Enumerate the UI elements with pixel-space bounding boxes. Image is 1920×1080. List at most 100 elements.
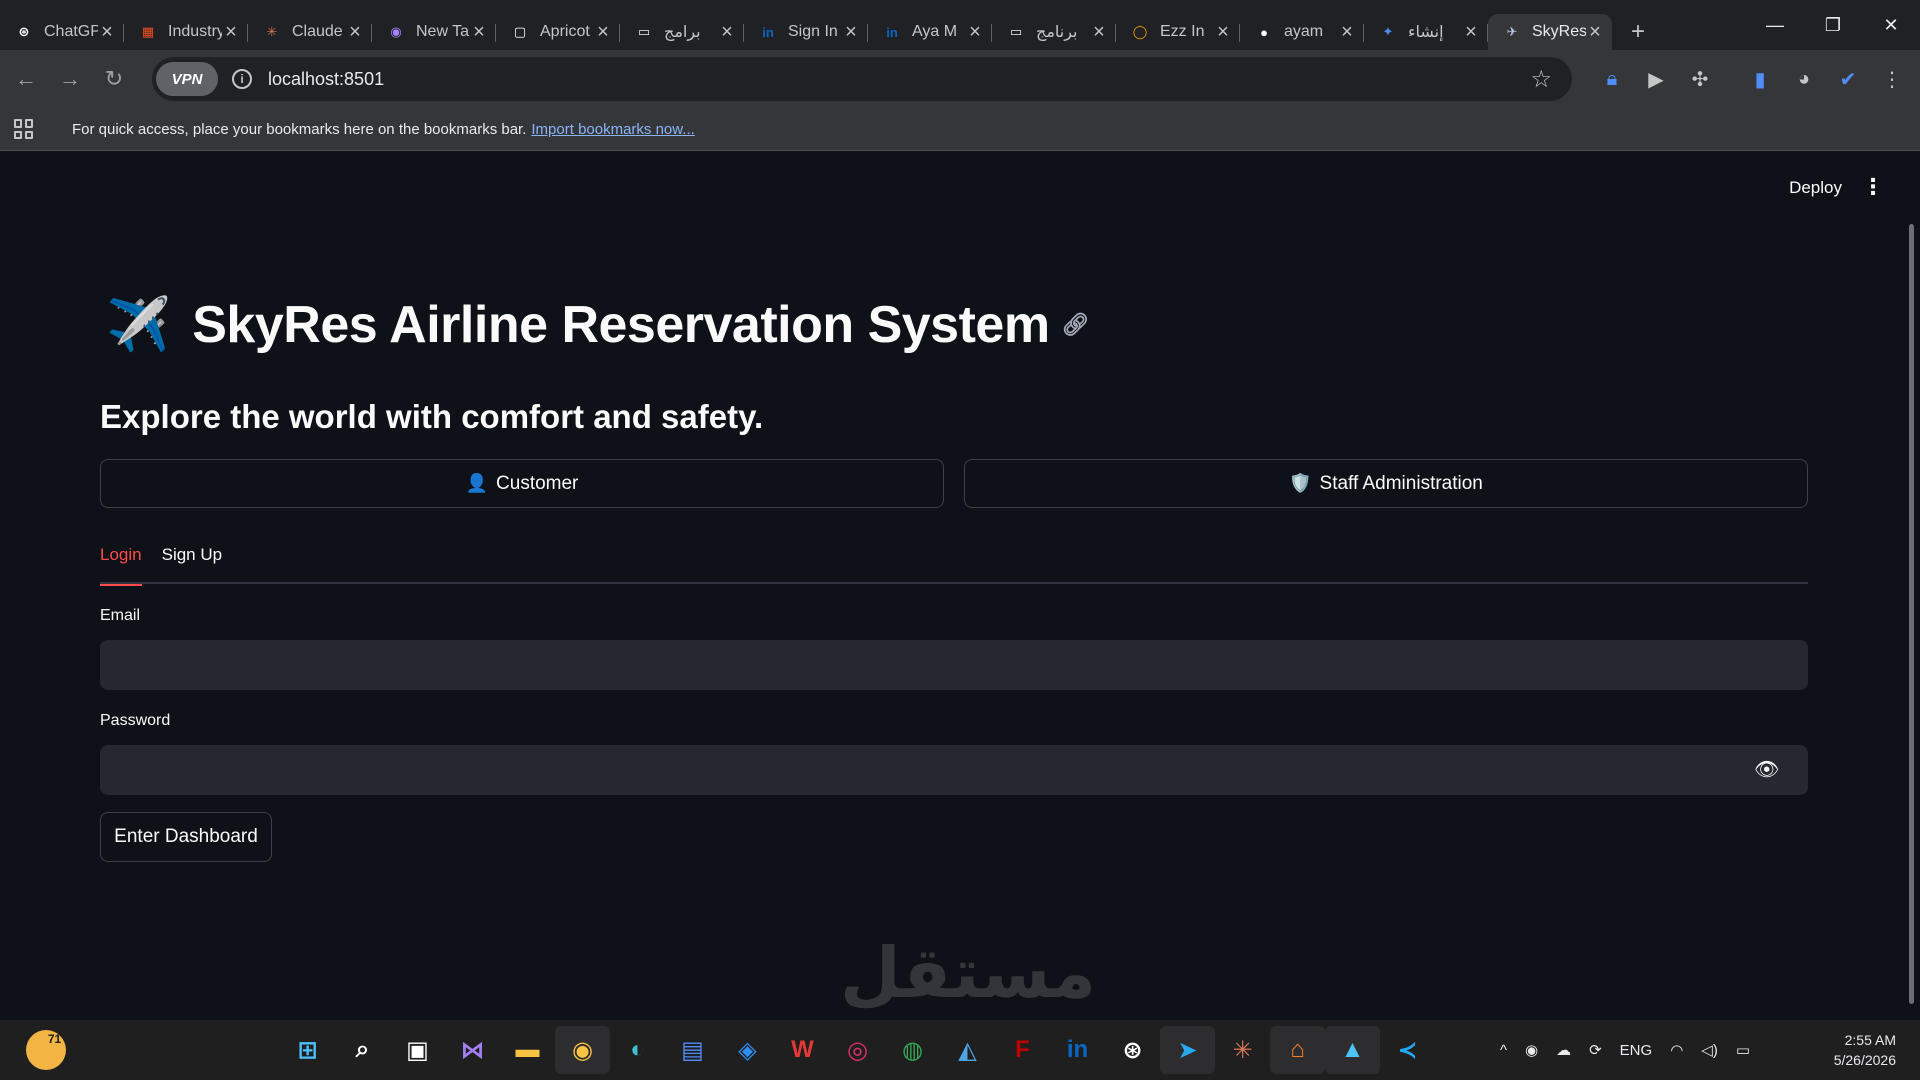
minimize-button[interactable]: — — [1746, 0, 1804, 50]
tab-sign-up[interactable]: Sign Up — [162, 544, 222, 584]
wps-icon[interactable]: W — [775, 1026, 830, 1074]
close-tab-icon[interactable]: × — [346, 21, 364, 44]
reload-button[interactable]: ↻ — [92, 57, 136, 101]
chatgpt-app-icon[interactable]: ⊛ — [1105, 1026, 1160, 1074]
wifi-icon[interactable]: ◠ — [1670, 1041, 1683, 1059]
tab-login[interactable]: Login — [100, 544, 142, 586]
sidepanel-icon[interactable]: ▮ — [1738, 57, 1782, 101]
language-indicator[interactable]: ENG — [1620, 1042, 1653, 1059]
clock[interactable]: 2:55 AM 5/26/2026 — [1834, 1030, 1896, 1070]
more-menu-icon[interactable]: ⋮ — [1870, 57, 1914, 101]
task-view-icon[interactable]: ▣ — [390, 1026, 445, 1074]
chevron-up-icon[interactable]: ^ — [1500, 1042, 1507, 1059]
filezilla-icon[interactable]: F — [995, 1026, 1050, 1074]
linkedin-icon: in — [762, 24, 774, 40]
close-tab-icon[interactable]: × — [594, 21, 612, 44]
forward-button[interactable]: → — [48, 57, 92, 101]
recording-icon[interactable]: ◉ — [1525, 1041, 1538, 1059]
close-tab-icon[interactable]: × — [222, 21, 240, 44]
browser-tab[interactable]: ● ayam × — [1240, 14, 1364, 50]
browser-tab[interactable]: ⊛ ChatGPT× — [0, 14, 124, 50]
store-icon[interactable]: ▤ — [665, 1026, 720, 1074]
arrow-right-icon: → — [59, 66, 81, 91]
tab-list: ⊛ChatGPT×▦Industry×✳Claude×◉New Tab×▢Apr… — [0, 0, 1612, 50]
close-tab-icon[interactable]: × — [966, 21, 984, 44]
close-tab-icon[interactable]: × — [1214, 21, 1232, 44]
edge-icon[interactable]: ◐ — [610, 1026, 665, 1074]
weather-widget[interactable]: 71° — [26, 1030, 66, 1070]
battery-icon[interactable]: ▭ — [1736, 1041, 1750, 1059]
instagram-icon[interactable]: ◎ — [830, 1026, 885, 1074]
staff-button-label: Staff Administration — [1319, 472, 1483, 494]
microsoft-icon: ▦ — [141, 24, 155, 39]
file-explorer-icon[interactable]: ▬ — [500, 1026, 555, 1074]
browser-tab[interactable]: ▭ برامج × — [620, 14, 744, 50]
close-tab-icon[interactable]: × — [842, 21, 860, 44]
customer-button[interactable]: 👤 Customer — [100, 459, 944, 508]
photos-icon[interactable]: ▲ — [1325, 1026, 1380, 1074]
back-button[interactable]: ← — [4, 57, 48, 101]
import-bookmarks-link[interactable]: Import bookmarks now... — [531, 121, 694, 138]
browser-tab[interactable]: ▭ برنامج × — [992, 14, 1116, 50]
browser-tab[interactable]: ◯ Ezz In × — [1116, 14, 1240, 50]
profile-icon[interactable]: ◕ — [1782, 57, 1826, 101]
staff-administration-button[interactable]: 🛡️ Staff Administration — [964, 459, 1808, 508]
outlook-icon[interactable]: ◈ — [720, 1026, 775, 1074]
browser-tab[interactable]: ✈ SkyRes × — [1488, 14, 1612, 50]
browser-tab[interactable]: ✦ إنشاء × — [1364, 14, 1488, 50]
close-tab-icon[interactable]: × — [98, 21, 116, 44]
doc-icon: ▭ — [637, 24, 651, 39]
close-tab-icon[interactable]: × — [1338, 21, 1356, 44]
vpn-badge[interactable]: VPN — [156, 62, 218, 96]
apps-grid-icon[interactable] — [14, 119, 34, 139]
close-tab-icon[interactable]: × — [1090, 21, 1108, 44]
sync-icon[interactable]: ⟳ — [1589, 1041, 1602, 1059]
scrollbar[interactable] — [1909, 224, 1914, 1004]
shield-check-icon[interactable]: ✔ — [1826, 57, 1870, 101]
close-tab-icon[interactable]: × — [1462, 21, 1480, 44]
customer-button-label: Customer — [496, 472, 579, 494]
address-bar[interactable]: VPN i localhost:8501 ☆ — [152, 57, 1572, 101]
browser-tab[interactable]: ▢ Apricot × — [496, 14, 620, 50]
app-menu-icon[interactable]: ⋮ — [1862, 174, 1884, 200]
link-anchor-icon[interactable]: 🔗︎ — [1062, 312, 1090, 338]
browser-tab[interactable]: ◉ New Tab× — [372, 14, 496, 50]
volume-icon[interactable]: ◁) — [1701, 1041, 1718, 1059]
onedrive-icon[interactable]: ☁ — [1556, 1041, 1571, 1059]
bookmark-star-icon[interactable]: ☆ — [1530, 65, 1552, 94]
url-text[interactable]: localhost:8501 — [268, 69, 384, 90]
vscode-icon[interactable]: ≺ — [1380, 1026, 1435, 1074]
linkedin-app-icon[interactable]: in — [1050, 1026, 1105, 1074]
visual-studio-icon[interactable]: ⋈ — [445, 1026, 500, 1074]
start-icon[interactable]: ⊞ — [280, 1026, 335, 1074]
show-password-icon[interactable]: 👁︎ — [1754, 757, 1779, 782]
close-window-button[interactable]: ✕ — [1862, 0, 1920, 50]
browser-tab[interactable]: ▦ Industry × — [124, 14, 248, 50]
puzzle-extensions-icon[interactable]: ✣ — [1678, 57, 1722, 101]
enter-dashboard-button[interactable]: Enter Dashboard — [100, 812, 272, 862]
maps-icon[interactable]: ◭ — [940, 1026, 995, 1074]
site-info-icon[interactable]: i — [232, 69, 252, 89]
search-icon[interactable]: ⌕ — [335, 1026, 390, 1074]
restore-button[interactable]: ❐ — [1804, 0, 1862, 50]
chatgpt-icon: ⊛ — [18, 24, 30, 39]
browser-tab[interactable]: in Sign In × — [744, 14, 868, 50]
browser-tab[interactable]: ✳ Claude × — [248, 14, 372, 50]
deploy-button[interactable]: Deploy — [1789, 178, 1842, 198]
new-tab-button[interactable]: + — [1620, 14, 1656, 50]
brave-browser-icon[interactable]: ◉ — [555, 1026, 610, 1074]
email-field[interactable] — [100, 640, 1808, 690]
claude-app-icon[interactable]: ✳ — [1215, 1026, 1270, 1074]
close-tab-icon[interactable]: × — [1586, 21, 1604, 44]
claude-icon: ✳ — [266, 24, 278, 39]
close-tab-icon[interactable]: × — [470, 21, 488, 44]
taskbar-apps: ⊞ ⌕ ▣ ⋈ ▬ ◉ ◐ ▤ ◈ W ◎ ◍ ◭ F in ⊛ ➤ ✳ ⌂ ▲… — [280, 1026, 1435, 1074]
close-tab-icon[interactable]: × — [718, 21, 736, 44]
browser-tab[interactable]: in Aya M × — [868, 14, 992, 50]
telegram-icon[interactable]: ➤ — [1160, 1026, 1215, 1074]
video-icon[interactable]: ▶ — [1634, 57, 1678, 101]
password-manager-icon[interactable]: 🔒︎ — [1590, 57, 1634, 101]
password-field[interactable] — [100, 745, 1808, 795]
chrome-icon[interactable]: ◍ — [885, 1026, 940, 1074]
xampp-icon[interactable]: ⌂ — [1270, 1026, 1325, 1074]
